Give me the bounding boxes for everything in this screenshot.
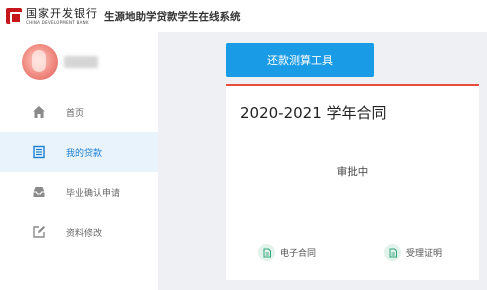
sidebar-item-graduation-confirm[interactable]: 毕业确认申请 (0, 172, 158, 212)
document-icon (384, 244, 401, 261)
sidebar: 首页 我的贷款 毕业确认申请 资料修改 (0, 32, 158, 290)
sidebar-item-label: 我的贷款 (66, 148, 103, 159)
inbox-icon (32, 185, 46, 199)
sidebar-item-label: 毕业确认申请 (66, 188, 121, 199)
acceptance-proof-link[interactable]: 受理证明 (384, 244, 442, 261)
home-icon (32, 105, 46, 119)
avatar[interactable] (22, 44, 58, 80)
edit-icon (32, 225, 46, 239)
bank-name-en: CHINA DEVELOPMENT BANK (26, 19, 89, 25)
user-profile (0, 32, 158, 92)
bank-logo-icon (6, 8, 22, 24)
sidebar-item-label: 资料修改 (66, 228, 103, 239)
e-contract-link[interactable]: 电子合同 (258, 244, 316, 261)
e-contract-label: 电子合同 (280, 249, 317, 259)
app-header: 国家开发银行 CHINA DEVELOPMENT BANK 生源地助学贷款学生在… (0, 0, 487, 32)
document-icon (258, 244, 275, 261)
username-redacted (64, 56, 98, 68)
sidebar-item-my-loans[interactable]: 我的贷款 (0, 132, 158, 172)
bank-name: 国家开发银行 CHINA DEVELOPMENT BANK (26, 8, 98, 25)
main-content: 还款测算工具 2020-2021 学年合同 审批中 电子合同 受理证明 (158, 32, 487, 290)
contract-status: 审批中 (336, 166, 369, 178)
sidebar-item-edit-info[interactable]: 资料修改 (0, 212, 158, 252)
contract-card: 2020-2021 学年合同 审批中 电子合同 受理证明 (226, 84, 479, 280)
repayment-calculator-button[interactable]: 还款测算工具 (226, 43, 374, 77)
contract-title: 2020-2021 学年合同 (240, 104, 387, 122)
sidebar-item-label: 首页 (66, 108, 85, 119)
page-body: 首页 我的贷款 毕业确认申请 资料修改 还款测算工具 2020-2021 学年合… (0, 32, 487, 290)
document-list-icon (32, 145, 46, 159)
bank-name-cn: 国家开发银行 (26, 6, 98, 20)
acceptance-proof-label: 受理证明 (406, 249, 443, 259)
sidebar-item-home[interactable]: 首页 (0, 92, 158, 132)
sidebar-nav: 首页 我的贷款 毕业确认申请 资料修改 (0, 92, 158, 252)
system-title: 生源地助学贷款学生在线系统 (104, 10, 241, 23)
